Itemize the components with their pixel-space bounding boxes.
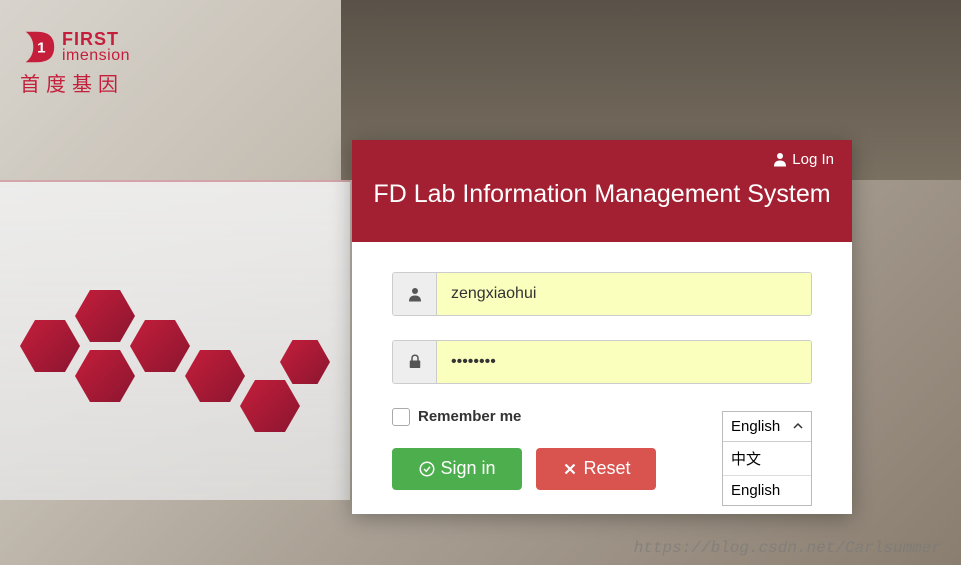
login-topright-link[interactable]: Log In [370,150,834,168]
chevron-up-icon [793,421,803,431]
language-option-en[interactable]: English [723,476,811,505]
password-group [392,340,812,384]
login-card-title: FD Lab Information Management System [370,176,834,214]
close-icon [561,460,579,478]
logo-d-icon: 1 [20,28,58,66]
svg-text:1: 1 [37,40,46,57]
username-group [392,272,812,316]
login-card-header: Log In FD Lab Information Management Sys… [352,140,852,242]
logo-text-chinese: 首度基因 [20,68,130,97]
lock-icon [406,353,424,371]
watermark-text: https://blog.csdn.net/Carlsummer [634,539,941,557]
username-addon [393,273,437,315]
signin-label: Sign in [440,458,495,479]
login-card: Log In FD Lab Information Management Sys… [352,140,852,514]
reset-button[interactable]: Reset [536,448,656,490]
person-icon [406,285,424,303]
password-addon [393,341,437,383]
user-icon [771,150,789,168]
brand-logo: 1 FIRST imension 首度基因 [20,28,130,97]
logo-text-imension: imension [62,48,130,64]
language-dropdown[interactable]: English 中文 English [722,411,812,506]
reset-label: Reset [583,458,630,479]
username-input[interactable] [437,273,811,315]
logo-text-first: FIRST [62,30,130,48]
signin-button[interactable]: Sign in [392,448,522,490]
language-option-zh[interactable]: 中文 [723,442,811,476]
login-card-body: Remember me Sign in Reset English [352,242,852,514]
check-circle-icon [418,460,436,478]
language-selected[interactable]: English [723,412,811,442]
remember-label: Remember me [418,408,521,425]
remember-checkbox[interactable] [392,408,410,426]
login-topright-label: Log In [792,151,834,168]
language-selected-label: English [731,418,780,435]
password-input[interactable] [437,341,811,383]
